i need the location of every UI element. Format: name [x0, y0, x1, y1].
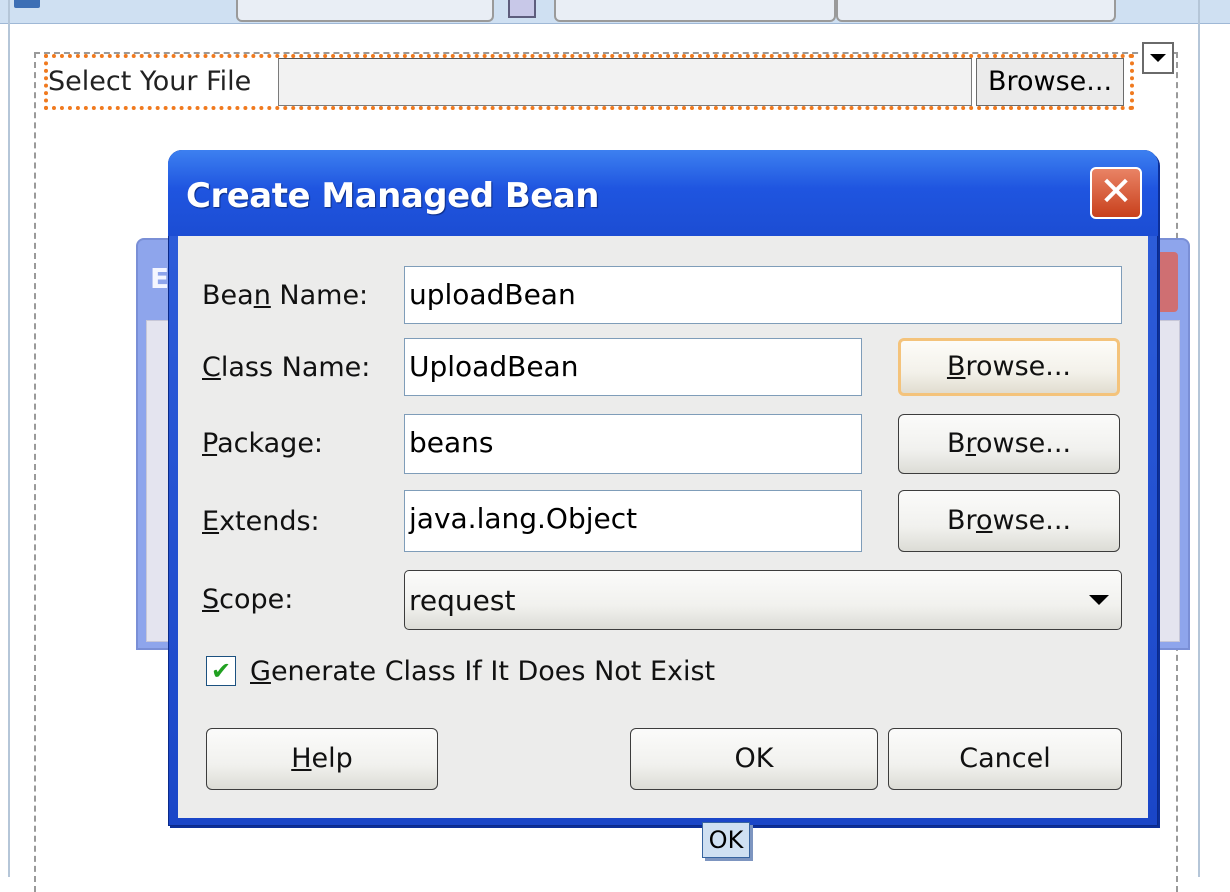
canvas-border-right	[1198, 0, 1200, 877]
class-browse-button[interactable]: Browse...	[898, 338, 1120, 396]
extends-browse-button[interactable]: Browse...	[898, 490, 1120, 552]
bean-name-input[interactable]: uploadBean	[404, 266, 1122, 324]
component-icon	[508, 0, 536, 18]
package-browse-button[interactable]: Browse...	[898, 414, 1120, 474]
file-upload-browse-button[interactable]: Browse...	[976, 58, 1124, 106]
help-button[interactable]: Help	[206, 728, 438, 790]
component-icon	[14, 0, 40, 8]
component-menu-dropdown-icon[interactable]	[1142, 42, 1174, 74]
chevron-down-icon	[1089, 595, 1109, 605]
close-icon[interactable]: ✕	[1090, 167, 1142, 219]
cancel-button[interactable]: Cancel	[888, 728, 1122, 790]
extends-input[interactable]: java.lang.Object	[404, 490, 862, 552]
bean-name-label: Bean Name:	[202, 280, 369, 311]
scope-label: Scope:	[202, 584, 294, 615]
background-dialog-title: E	[150, 262, 170, 295]
generate-class-checkbox[interactable]: ✔	[206, 656, 236, 686]
package-label: Package:	[202, 428, 324, 459]
background-ok-button[interactable]: OK	[702, 822, 750, 858]
component-tab[interactable]	[836, 0, 1116, 22]
class-name-label: Class Name:	[202, 352, 371, 383]
component-tab[interactable]	[554, 0, 836, 22]
ok-button[interactable]: OK	[630, 728, 878, 790]
dialog-title: Create Managed Bean	[186, 176, 600, 216]
generate-class-label: Generate Class If It Does Not Exist	[250, 656, 716, 687]
scope-select[interactable]: request	[404, 570, 1122, 630]
package-input[interactable]: beans	[404, 414, 862, 474]
file-upload-label: Select Your File	[48, 66, 252, 97]
class-name-input[interactable]: UploadBean	[404, 338, 862, 396]
scope-select-value: request	[409, 584, 516, 617]
canvas-border-left	[8, 0, 10, 877]
component-tab[interactable]	[236, 0, 494, 22]
extends-label: Extends:	[202, 506, 320, 537]
file-upload-input[interactable]	[278, 58, 972, 106]
